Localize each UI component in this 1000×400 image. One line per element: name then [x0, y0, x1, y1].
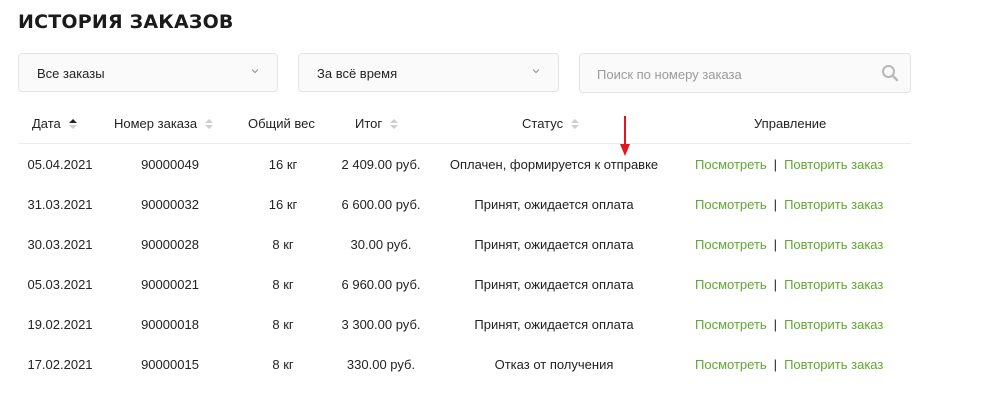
order-total: 30.00 руб. — [350, 237, 412, 252]
column-header-total[interactable]: Итог — [355, 116, 399, 131]
table-row: 05.03.2021 90000021 8 кг 6 960.00 руб. П… — [0, 277, 1000, 317]
order-date: 19.02.2021 — [27, 317, 93, 332]
order-total: 330.00 руб. — [346, 357, 416, 372]
order-total: 6 960.00 руб. — [341, 277, 421, 292]
view-order-link[interactable]: Посмотреть — [695, 317, 767, 332]
period-filter-select[interactable]: За всё время — [298, 53, 559, 92]
order-date: 30.03.2021 — [27, 237, 93, 252]
order-date: 05.03.2021 — [27, 277, 93, 292]
column-header-label: Номер заказа — [114, 116, 198, 131]
order-number: 90000049 — [141, 157, 199, 172]
page-title: ИСТОРИЯ ЗАКАЗОВ — [18, 11, 234, 33]
sort-icon — [390, 118, 399, 129]
order-actions: Посмотреть | Повторить заказ — [695, 317, 883, 332]
order-weight: 8 кг — [272, 277, 294, 292]
order-history-page: ИСТОРИЯ ЗАКАЗОВ Все заказы За всё время … — [0, 0, 1000, 400]
order-number: 90000018 — [141, 317, 199, 332]
order-status: Оплачен, формируется к отправке — [449, 157, 659, 172]
column-header-label: Статус — [522, 116, 564, 131]
order-date: 05.04.2021 — [27, 157, 93, 172]
actions-separator: | — [773, 157, 778, 172]
table-header-divider — [18, 143, 911, 144]
order-total: 6 600.00 руб. — [341, 197, 421, 212]
order-search-input[interactable] — [595, 63, 869, 85]
view-order-link[interactable]: Посмотреть — [695, 277, 767, 292]
view-order-link[interactable]: Посмотреть — [695, 237, 767, 252]
order-actions: Посмотреть | Повторить заказ — [695, 197, 883, 212]
column-header-label: Дата — [32, 116, 61, 131]
order-actions: Посмотреть | Повторить заказ — [695, 357, 883, 372]
column-header-label: Управление — [754, 116, 827, 131]
column-header-label: Общий вес — [248, 116, 315, 131]
chevron-down-icon — [532, 69, 540, 74]
view-order-link[interactable]: Посмотреть — [695, 197, 767, 212]
repeat-order-link[interactable]: Повторить заказ — [784, 277, 883, 292]
order-number: 90000015 — [141, 357, 199, 372]
order-weight: 8 кг — [272, 357, 294, 372]
repeat-order-link[interactable]: Повторить заказ — [784, 317, 883, 332]
order-search-box — [579, 53, 911, 93]
sort-icon — [68, 118, 77, 129]
order-weight: 8 кг — [272, 237, 294, 252]
actions-separator: | — [773, 197, 778, 212]
actions-separator: | — [773, 277, 778, 292]
order-actions: Посмотреть | Повторить заказ — [695, 157, 883, 172]
table-row: 31.03.2021 90000032 16 кг 6 600.00 руб. … — [0, 197, 1000, 237]
repeat-order-link[interactable]: Повторить заказ — [784, 237, 883, 252]
table-row: 30.03.2021 90000028 8 кг 30.00 руб. Прин… — [0, 237, 1000, 277]
search-icon[interactable] — [881, 64, 899, 82]
actions-separator: | — [773, 237, 778, 252]
order-status: Принят, ожидается оплата — [474, 317, 634, 332]
order-weight: 16 кг — [268, 197, 298, 212]
actions-separator: | — [773, 357, 778, 372]
period-filter-value: За всё время — [317, 66, 398, 81]
column-header-label: Итог — [355, 116, 383, 131]
view-order-link[interactable]: Посмотреть — [695, 357, 767, 372]
column-header-weight: Общий вес — [248, 116, 315, 131]
order-weight: 8 кг — [272, 317, 294, 332]
column-header-actions: Управление — [754, 116, 826, 131]
sort-icon — [205, 118, 214, 129]
order-number: 90000032 — [141, 197, 199, 212]
order-status: Отказ от получения — [494, 357, 614, 372]
repeat-order-link[interactable]: Повторить заказ — [784, 357, 883, 372]
order-weight: 16 кг — [268, 157, 298, 172]
repeat-order-link[interactable]: Повторить заказ — [784, 197, 883, 212]
orders-filter-value: Все заказы — [37, 66, 105, 81]
order-status: Принят, ожидается оплата — [474, 237, 634, 252]
order-number: 90000021 — [141, 277, 199, 292]
order-total: 3 300.00 руб. — [341, 317, 421, 332]
actions-separator: | — [773, 317, 778, 332]
view-order-link[interactable]: Посмотреть — [695, 157, 767, 172]
table-row: 05.04.2021 90000049 16 кг 2 409.00 руб. … — [0, 157, 1000, 197]
column-header-status[interactable]: Статус — [522, 116, 580, 131]
order-number: 90000028 — [141, 237, 199, 252]
red-arrow-icon — [620, 116, 630, 156]
orders-filter-select[interactable]: Все заказы — [18, 53, 278, 92]
table-row: 19.02.2021 90000018 8 кг 3 300.00 руб. П… — [0, 317, 1000, 357]
order-date: 17.02.2021 — [27, 357, 93, 372]
order-total: 2 409.00 руб. — [341, 157, 421, 172]
repeat-order-link[interactable]: Повторить заказ — [784, 157, 883, 172]
column-header-order-number[interactable]: Номер заказа — [114, 116, 214, 131]
chevron-down-icon — [251, 69, 259, 74]
sort-icon — [571, 118, 580, 129]
order-actions: Посмотреть | Повторить заказ — [695, 237, 883, 252]
order-date: 31.03.2021 — [27, 197, 93, 212]
order-status: Принят, ожидается оплата — [474, 277, 634, 292]
order-status: Принят, ожидается оплата — [474, 197, 634, 212]
order-actions: Посмотреть | Повторить заказ — [695, 277, 883, 292]
table-row: 17.02.2021 90000015 8 кг 330.00 руб. Отк… — [0, 357, 1000, 397]
column-header-date[interactable]: Дата — [32, 116, 77, 131]
